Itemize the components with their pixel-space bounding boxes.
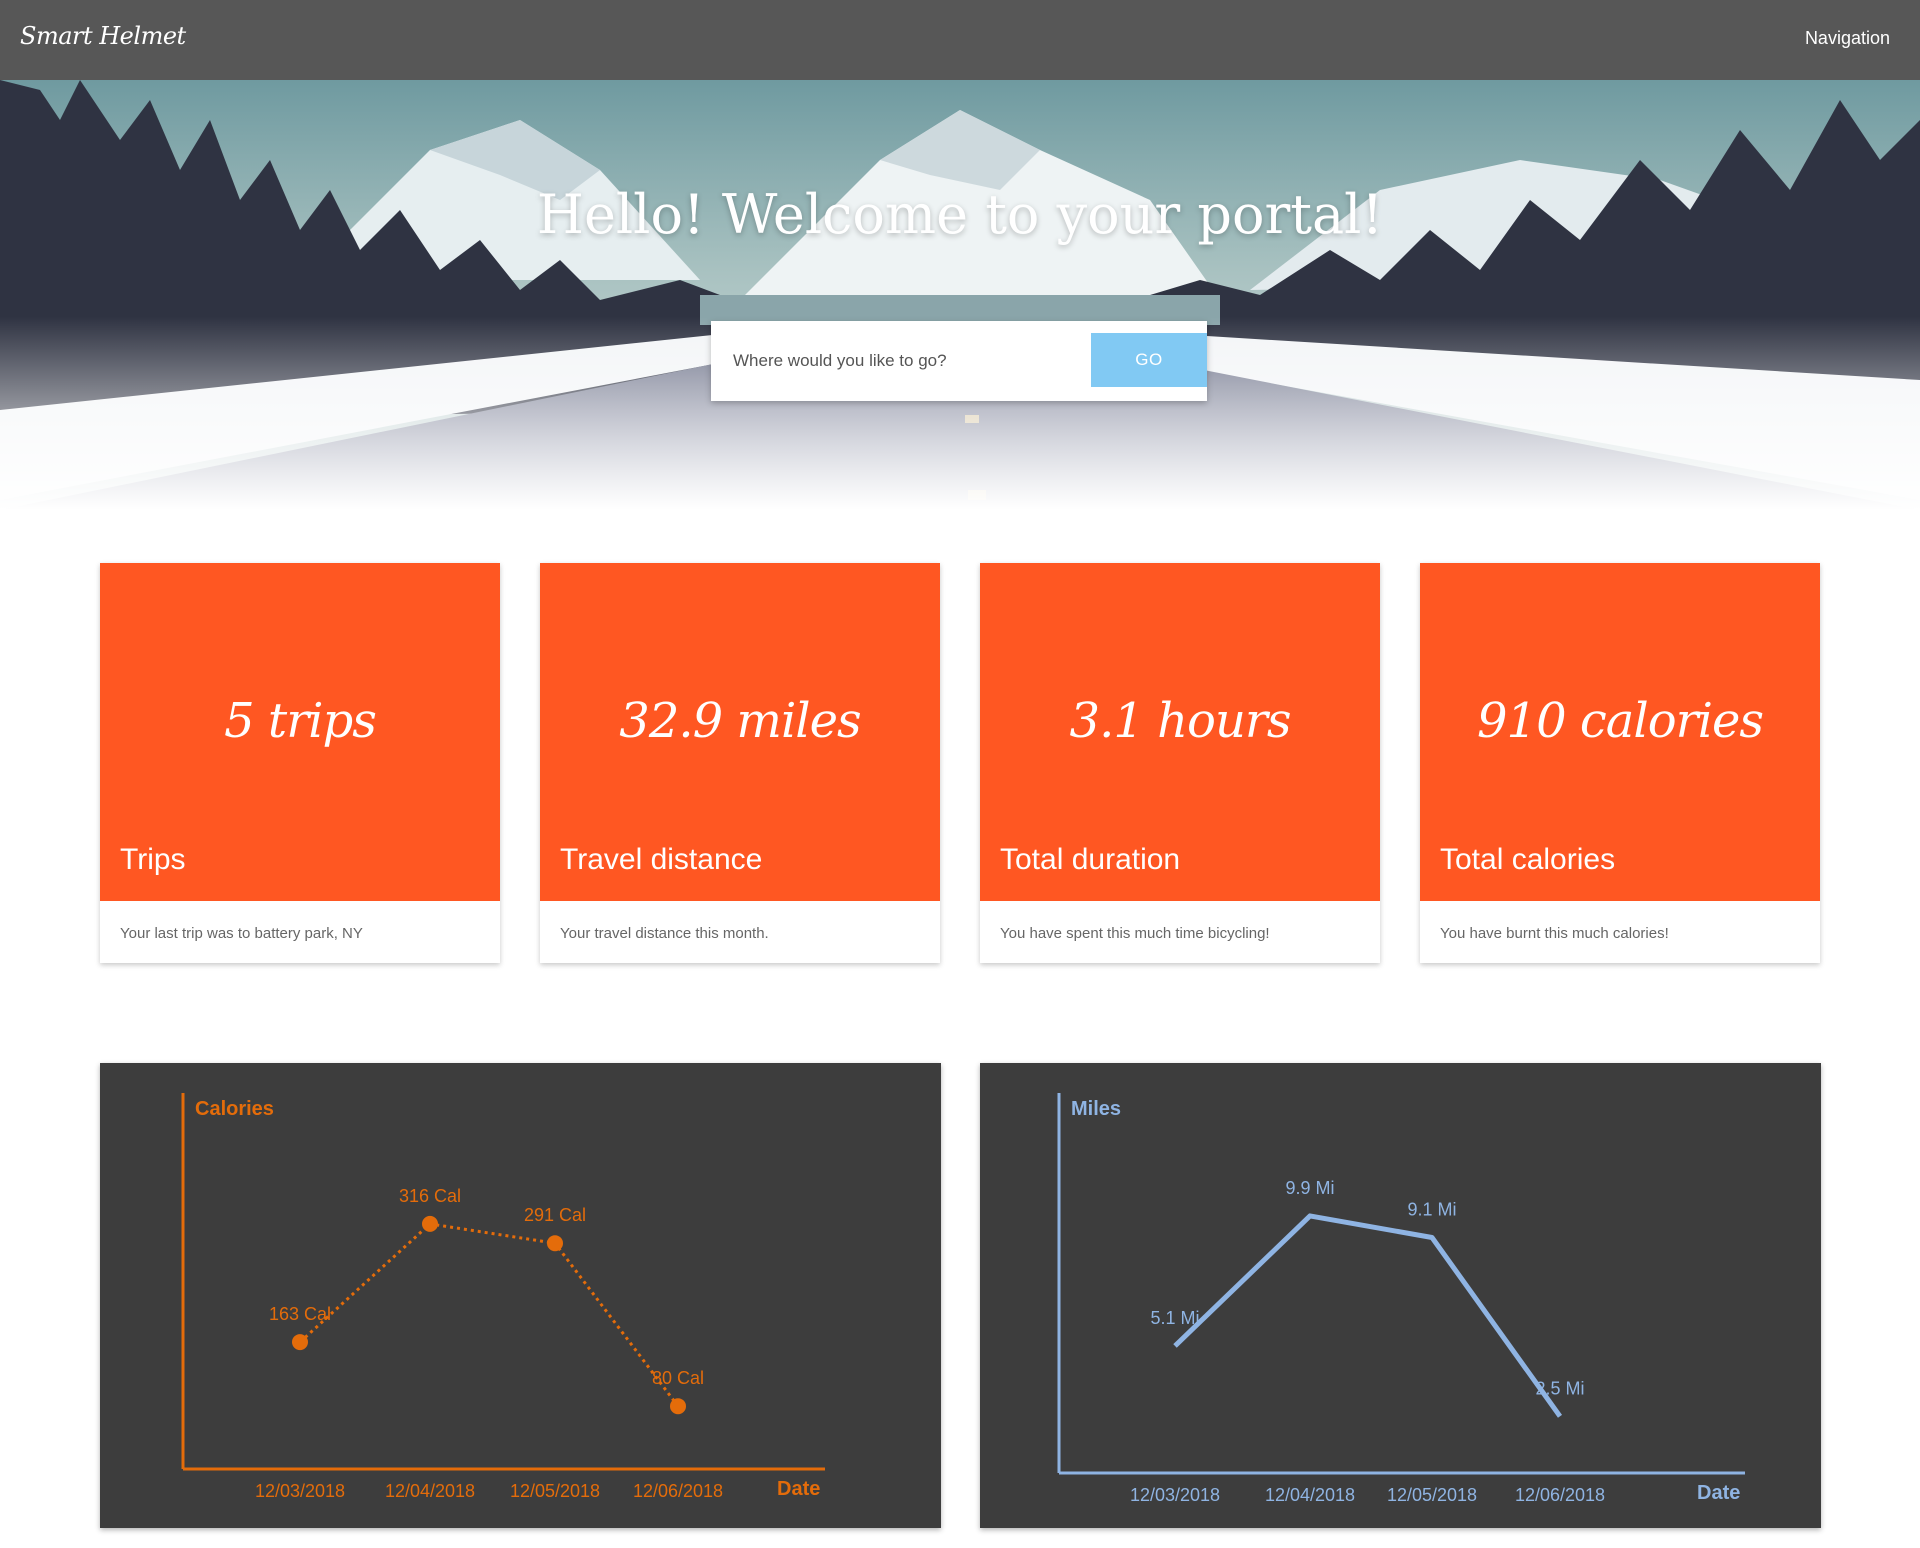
card-header: 910 calories Total calories — [1420, 563, 1820, 901]
data-label: 9.1 Mi — [1407, 1200, 1456, 1220]
card-value: 32.9 miles — [619, 693, 861, 749]
data-point — [547, 1235, 563, 1252]
card-description: Your last trip was to battery park, NY — [120, 925, 363, 942]
brand-logo[interactable]: Smart Helmet — [20, 22, 186, 50]
data-label: 5.1 Mi — [1150, 1308, 1199, 1328]
x-tick-label: 12/04/2018 — [385, 1481, 475, 1501]
data-label: 9.9 Mi — [1285, 1178, 1334, 1198]
data-point — [670, 1398, 686, 1415]
top-navbar: Smart Helmet Navigation — [0, 0, 1920, 80]
card-title: Travel distance — [560, 843, 763, 876]
data-label: 316 Cal — [399, 1186, 461, 1206]
data-label: 2.5 Mi — [1535, 1378, 1584, 1398]
card-description: Your travel distance this month. — [560, 925, 769, 942]
card-header: 5 trips Trips — [100, 563, 500, 901]
card-title: Total duration — [1000, 843, 1181, 876]
data-label: 163 Cal — [269, 1304, 331, 1324]
total-duration-card: 3.1 hours Total duration You have spent … — [980, 563, 1380, 963]
calories-chart-panel: Calories Date 12/03/2018 12/04/2018 12/05/20… — [100, 1063, 941, 1528]
card-value: 5 trips — [224, 693, 377, 749]
card-title: Total calories — [1440, 843, 1616, 876]
y-axis-label: Miles — [1071, 1098, 1121, 1120]
total-calories-card: 910 calories Total calories You have bur… — [1420, 563, 1820, 963]
miles-line-chart: Miles Date 12/03/2018 12/04/2018 12/05/2018 1… — [1057, 1093, 1745, 1505]
data-label: 291 Cal — [524, 1205, 586, 1225]
x-tick-label: 12/06/2018 — [1515, 1485, 1605, 1505]
card-header: 3.1 hours Total duration — [980, 563, 1380, 901]
x-axis-label: Date — [1697, 1482, 1740, 1504]
hero-banner: Hello! Welcome to your portal! GO — [0, 80, 1920, 510]
card-header: 32.9 miles Travel distance — [540, 563, 940, 901]
data-point — [422, 1215, 438, 1232]
go-button[interactable]: GO — [1091, 333, 1207, 387]
x-tick-label: 12/05/2018 — [1387, 1485, 1477, 1505]
trips-card: 5 trips Trips Your last trip was to batt… — [100, 563, 500, 963]
data-label: 80 Cal — [652, 1368, 704, 1388]
x-tick-label: 12/04/2018 — [1265, 1485, 1355, 1505]
welcome-heading: Hello! Welcome to your portal! — [536, 183, 1384, 246]
x-tick-label: 12/05/2018 — [510, 1481, 600, 1501]
y-axis-label: Calories — [195, 1098, 274, 1120]
x-tick-label: 12/03/2018 — [1130, 1485, 1220, 1505]
calories-line-chart: Calories Date 12/03/2018 12/04/2018 12/05/20… — [181, 1093, 825, 1501]
card-description: You have burnt this much calories! — [1440, 925, 1669, 942]
destination-search-input[interactable] — [711, 321, 1091, 401]
series-line — [298, 1222, 680, 1408]
navigation-link[interactable]: Navigation — [1805, 28, 1890, 49]
card-value: 3.1 hours — [1069, 693, 1292, 749]
x-axis-label: Date — [777, 1478, 820, 1500]
series-line — [1173, 1213, 1563, 1418]
card-value: 910 calories — [1477, 693, 1764, 749]
x-tick-label: 12/03/2018 — [255, 1481, 345, 1501]
x-tick-label: 12/06/2018 — [633, 1481, 723, 1501]
data-point — [292, 1334, 308, 1351]
miles-chart-panel: Miles Date 12/03/2018 12/04/2018 12/05/2018 1… — [980, 1063, 1821, 1528]
destination-search-box: GO — [711, 321, 1207, 401]
card-title: Trips — [120, 843, 186, 876]
hero-landscape-image — [0, 80, 1920, 510]
travel-distance-card: 32.9 miles Travel distance Your travel d… — [540, 563, 940, 963]
card-description: You have spent this much time bicycling! — [1000, 925, 1270, 942]
